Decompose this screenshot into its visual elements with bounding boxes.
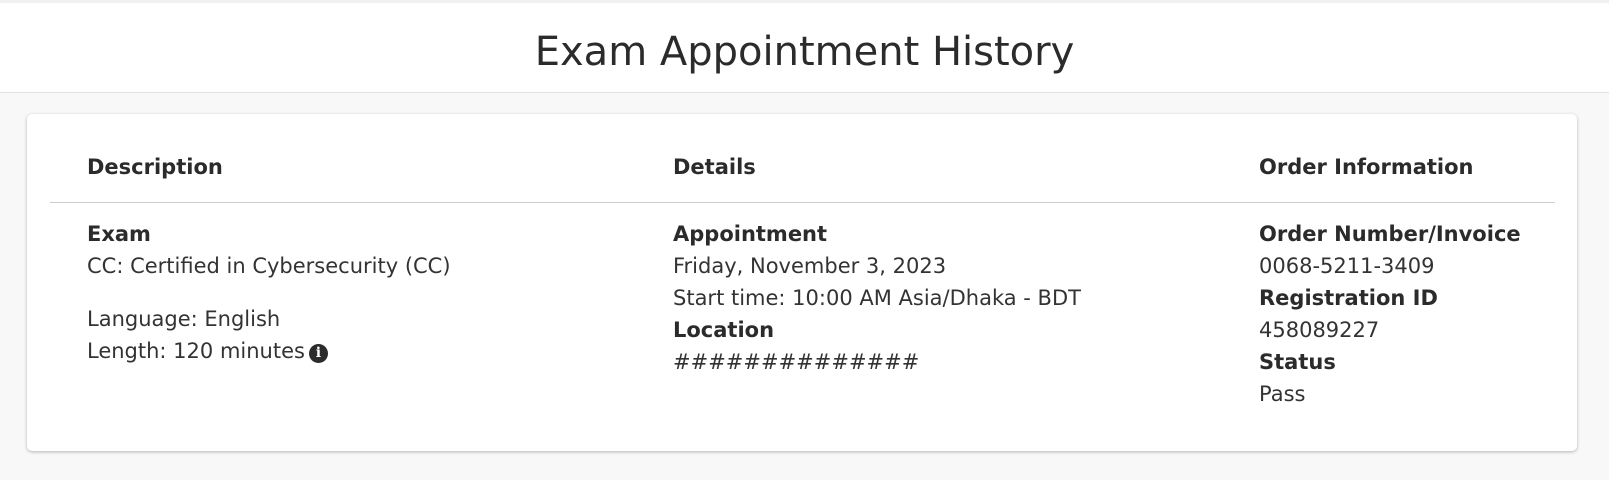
registration-id-label: Registration ID <box>1259 286 1438 310</box>
exam-length-line: Length: 120 minutes i <box>87 335 451 367</box>
order-information-cell: Order Number/Invoice 0068-5211-3409 Regi… <box>1259 218 1521 410</box>
appointment-history-card: Description Details Order Information Ex… <box>27 114 1577 451</box>
table-header-row: Description Details Order Information <box>50 114 1555 203</box>
info-icon[interactable]: i <box>308 344 328 363</box>
exam-name: CC: Certified in Cybersecurity (CC) <box>87 254 451 278</box>
description-cell: Exam CC: Certified in Cybersecurity (CC)… <box>87 218 451 367</box>
exam-length: Length: 120 minutes <box>87 339 305 363</box>
column-header-details: Details <box>673 155 756 179</box>
page-title: Exam Appointment History <box>534 29 1075 75</box>
order-number-value: 0068-5211-3409 <box>1259 254 1435 278</box>
order-number-label: Order Number/Invoice <box>1259 222 1521 246</box>
details-cell: Appointment Friday, November 3, 2023 Sta… <box>673 218 1081 378</box>
status-label: Status <box>1259 350 1336 374</box>
status-value: Pass <box>1259 382 1306 406</box>
location-value: ############## <box>673 350 920 374</box>
appointment-start-time: Start time: 10:00 AM Asia/Dhaka - BDT <box>673 286 1081 310</box>
registration-id-value: 458089227 <box>1259 318 1380 342</box>
location-label: Location <box>673 318 775 342</box>
exam-language: Language: English <box>87 307 281 331</box>
column-header-description: Description <box>87 155 223 179</box>
exam-label: Exam <box>87 222 151 246</box>
column-header-order-information: Order Information <box>1259 155 1474 179</box>
appointment-label: Appointment <box>673 222 828 246</box>
page-header: Exam Appointment History <box>0 0 1609 93</box>
appointment-date: Friday, November 3, 2023 <box>673 254 947 278</box>
